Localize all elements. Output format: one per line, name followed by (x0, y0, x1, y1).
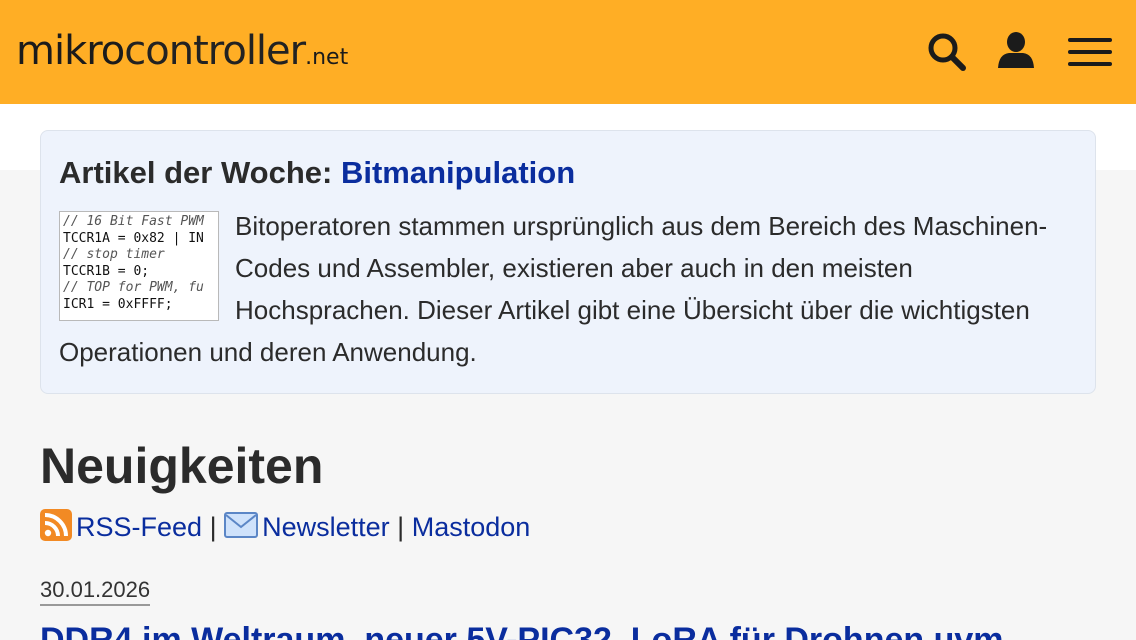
separator: | (397, 512, 405, 542)
news-date: 30.01.2026 (40, 576, 151, 606)
hamburger-menu-icon[interactable] (1067, 30, 1113, 72)
news-headline-link[interactable]: DDR4 im Weltraum, neuer 5V-PIC32, LoRA f… (40, 618, 1013, 640)
rss-feed-link[interactable]: RSS-Feed (76, 512, 202, 542)
article-of-week-link[interactable]: Bitmanipulation (341, 155, 575, 190)
search-icon[interactable] (925, 30, 967, 72)
news-title: Neuigkeiten (40, 438, 324, 494)
site-header: mikrocontroller.net (0, 0, 1136, 104)
rss-icon[interactable] (40, 509, 72, 541)
site-logo[interactable]: mikrocontroller.net (16, 28, 348, 74)
mastodon-link[interactable]: Mastodon (412, 512, 531, 542)
article-of-week-heading: Artikel der Woche: Bitmanipulation (59, 155, 576, 190)
article-of-week-box: Artikel der Woche: Bitmanipulation // 16… (40, 130, 1096, 394)
code-thumbnail[interactable]: // 16 Bit Fast PWM TCCR1A = 0x82 | IN //… (59, 211, 219, 321)
feed-links: RSS-Feed | Newsletter | Mastodon (40, 508, 530, 546)
newsletter-link[interactable]: Newsletter (262, 512, 390, 542)
separator: | (209, 512, 217, 542)
article-of-week-body: // 16 Bit Fast PWM TCCR1A = 0x82 | IN //… (59, 205, 1077, 373)
mail-icon[interactable] (224, 512, 259, 538)
user-icon[interactable] (995, 30, 1037, 72)
